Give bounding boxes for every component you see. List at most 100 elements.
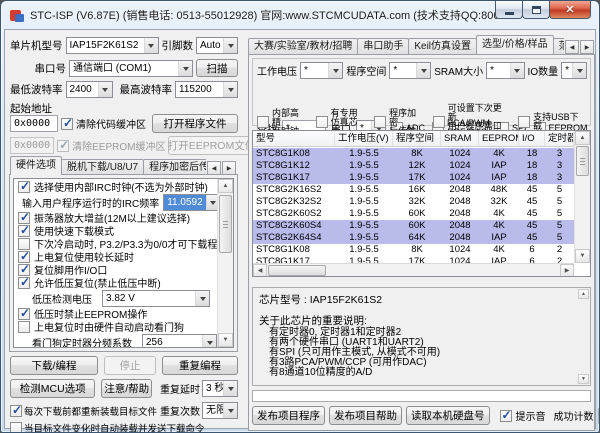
tab-scroll-right-button[interactable]: ▶	[222, 161, 236, 175]
dropdown-icon[interactable]	[223, 381, 237, 396]
irc-frequency-combo[interactable]: 11.0592	[163, 194, 220, 211]
column-header-6[interactable]: 定时器	[545, 131, 574, 146]
table-row-6[interactable]: STC8G2K60S41.9-5.560K20484K455	[253, 220, 574, 232]
dropdown-icon[interactable]	[223, 82, 237, 97]
table-horizontal-scrollbar[interactable]: ◀ ▶	[253, 263, 574, 276]
dropdown-icon[interactable]	[144, 38, 158, 53]
maximize-button[interactable]	[522, 1, 550, 19]
hw-option-8[interactable]: 低压检测电压3.82 V	[14, 289, 217, 307]
serial-port-combo[interactable]: 通信端口 (COM1)	[69, 60, 193, 77]
help-button[interactable]: 注意/帮助	[101, 379, 152, 398]
dropdown-icon[interactable]	[202, 335, 216, 349]
scroll-down-icon[interactable]: ▼	[218, 333, 233, 347]
table-row-3[interactable]: STC8G2K16S21.9-5.516K204848K455	[253, 184, 574, 196]
right-tab-3[interactable]: 选型/价格/样品	[476, 35, 554, 54]
options-scrollbar[interactable]: ▲ ▼	[217, 179, 233, 347]
mcu-type-combo[interactable]: IAP15F2K61S2	[66, 37, 159, 54]
column-header-5[interactable]: I/O	[519, 131, 545, 146]
left-tab-1[interactable]: 脱机下载/U8/U7	[61, 159, 144, 175]
checkbox-icon[interactable]	[433, 116, 445, 128]
column-header-0[interactable]: 型号	[253, 131, 335, 146]
dropdown-icon[interactable]	[178, 61, 192, 76]
checkbox-icon[interactable]	[518, 116, 530, 128]
table-row-2[interactable]: STC8G1K171.9-5.517K1024IAP183	[253, 172, 574, 184]
option-combo[interactable]: 3.82 V	[102, 290, 210, 307]
autosend-checkbox[interactable]	[10, 422, 22, 433]
irc-frequency-option[interactable]: 输入用户程序运行时的IRC频率11.0592MHz	[14, 193, 217, 211]
hw-option-11[interactable]: 看门狗定时器分频系数256	[14, 333, 217, 348]
voltage-combo[interactable]: *	[300, 62, 343, 79]
scan-button[interactable]: 扫描	[196, 59, 238, 77]
title-bar[interactable]: STC-ISP (V6.87E) (销售电话: 0513-55012928) 官…	[1, 1, 599, 29]
chip-info-scrollbar[interactable]: ▲ ▼	[578, 289, 589, 384]
reload-target-checkbox[interactable]	[10, 405, 22, 417]
checkbox-icon[interactable]	[316, 116, 328, 128]
scrollbar-thumb[interactable]	[268, 265, 326, 276]
hw-option-7[interactable]: 允许低压复位(禁止低压中断)	[14, 276, 217, 289]
dropdown-icon[interactable]	[416, 63, 430, 78]
column-header-3[interactable]: SRAM	[441, 131, 479, 146]
check-mcu-button[interactable]: 检测MCU选项	[10, 379, 95, 398]
scroll-left-icon[interactable]: ◀	[253, 264, 267, 277]
scrollbar-thumb[interactable]	[219, 195, 232, 253]
program-space-combo[interactable]: *	[389, 62, 431, 79]
dropdown-icon[interactable]	[195, 291, 209, 306]
repeat-count-combo[interactable]: 无限	[202, 402, 238, 419]
table-row-4[interactable]: STC8G2K32S21.9-5.532K204832K455	[253, 196, 574, 208]
pins-combo[interactable]: Auto	[196, 37, 238, 54]
checkbox-icon[interactable]	[18, 181, 30, 193]
repeat-delay-combo[interactable]: 3 秒	[202, 380, 238, 397]
checkbox-icon[interactable]	[18, 225, 30, 237]
beep-checkbox[interactable]	[500, 410, 512, 422]
scrollbar-thumb[interactable]	[576, 146, 589, 176]
checkbox-icon[interactable]	[18, 277, 30, 289]
read-disk-button[interactable]: 读取本机硬盘号	[406, 406, 490, 425]
dropdown-icon[interactable]	[572, 63, 586, 78]
column-header-4[interactable]: EEPROM	[479, 131, 519, 146]
dropdown-icon[interactable]	[223, 403, 237, 418]
close-button[interactable]: ✕	[549, 1, 591, 19]
max-baud-combo[interactable]: 115200	[175, 81, 238, 98]
open-file-button[interactable]: 打开程序文件	[152, 114, 238, 133]
table-row-1[interactable]: STC8G1K121.9-5.512K1024IAP183	[253, 160, 574, 172]
tab-scroll-left-button[interactable]: ◀	[565, 40, 579, 54]
io-count-combo[interactable]: *	[561, 62, 587, 79]
tab-scroll-left-button[interactable]: ◀	[207, 161, 221, 175]
code-address-input[interactable]: 0x0000	[10, 115, 58, 132]
scroll-right-icon[interactable]: ▶	[560, 264, 574, 277]
option-combo[interactable]: 256	[142, 334, 217, 349]
checkbox-icon[interactable]	[18, 308, 30, 320]
scroll-down-icon[interactable]: ▼	[575, 249, 590, 263]
right-tab-1[interactable]: 串口助手	[357, 38, 409, 54]
clear-code-checkbox[interactable]	[61, 118, 73, 130]
table-row-0[interactable]: STC8G1K081.9-5.58K10244K183	[253, 148, 574, 160]
scroll-up-icon[interactable]: ▲	[578, 289, 589, 299]
filter-check-b-4[interactable]: 支持USB下载	[518, 113, 587, 131]
sram-combo[interactable]: *	[486, 62, 524, 79]
column-header-1[interactable]: 工作电压(V)	[335, 131, 393, 146]
tab-scroll-right-button[interactable]: ▶	[580, 40, 594, 54]
dropdown-icon[interactable]	[98, 82, 112, 97]
column-header-2[interactable]: 程序空间	[393, 131, 441, 146]
table-row-9[interactable]: STC8G1K171.9-5.517K1024IAP62	[253, 256, 574, 263]
download-button[interactable]: 下载/编程	[10, 356, 98, 375]
table-row-8[interactable]: STC8G1K081.9-5.58K10244K62	[253, 244, 574, 256]
dropdown-icon[interactable]	[223, 38, 237, 53]
publish-program-button[interactable]: 发布项目程序	[252, 406, 325, 425]
table-header[interactable]: 型号工作电压(V)程序空间SRAMEEPROMI/O定时器	[253, 131, 590, 147]
checkbox-icon[interactable]	[374, 116, 386, 128]
right-tab-2[interactable]: Keil仿真设置	[408, 38, 477, 54]
dropdown-icon[interactable]	[328, 63, 342, 78]
dropdown-icon[interactable]	[510, 63, 524, 78]
publish-help-button[interactable]: 发布项目帮助	[329, 406, 402, 425]
table-vertical-scrollbar[interactable]: ▲ ▼	[574, 131, 590, 263]
checkbox-icon[interactable]	[257, 116, 269, 128]
left-tab-2[interactable]: 程序加密后传输	[143, 159, 206, 175]
repeat-program-button[interactable]: 重复编程	[162, 356, 238, 375]
table-row-5[interactable]: STC8G2K60S21.9-5.560K20484K455	[253, 208, 574, 220]
left-tab-0[interactable]: 硬件选项	[10, 156, 62, 175]
scroll-down-icon[interactable]: ▼	[578, 374, 589, 384]
scroll-up-icon[interactable]: ▲	[575, 131, 590, 145]
hw-option-10[interactable]: 上电复位时由硬件自动启动看门狗	[14, 320, 217, 333]
checkbox-icon[interactable]	[18, 321, 30, 333]
